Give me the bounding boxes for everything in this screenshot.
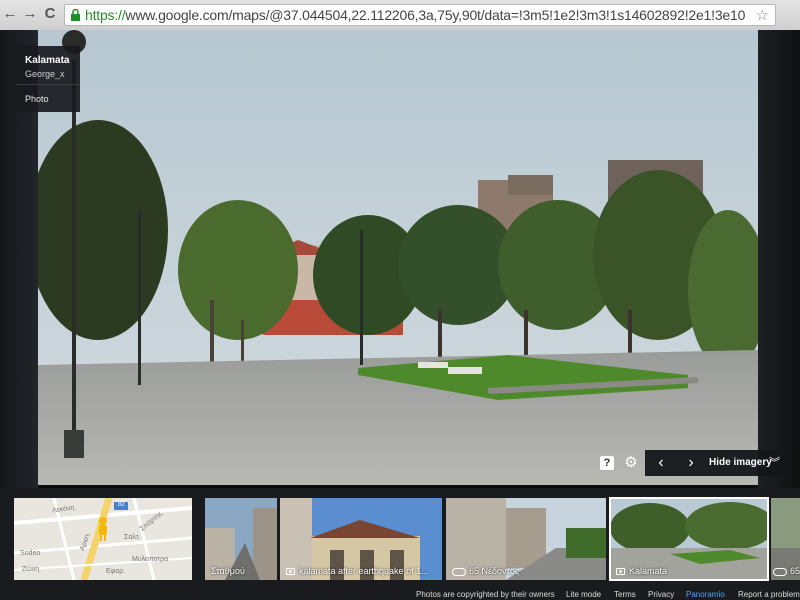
thumb-label: kalamata after earthquake of 1... <box>286 566 429 576</box>
bookmark-star-icon[interactable]: ☆ <box>756 6 769 24</box>
terms-link[interactable]: Terms <box>614 590 636 599</box>
right-bezel <box>758 30 800 490</box>
address-bar[interactable]: https://www.google.com/maps/@37.044504,2… <box>64 4 776 26</box>
photo-filmstrip: 82 Λεκόνη Σπάρτης Μυλοποτρα Αριστ. Εφαρ.… <box>0 488 800 600</box>
thumb-label-text: 65 Νέδοντος <box>469 566 520 576</box>
panoramio-link[interactable]: Panoramio <box>686 590 725 599</box>
street-label: Εφαρ. <box>106 568 126 575</box>
place-title[interactable]: Kalamata <box>25 55 69 66</box>
route-badge: 82 <box>118 502 125 508</box>
square-photo <box>38 30 758 485</box>
photo-thumbnail[interactable]: 65 Νέδοντος <box>446 498 606 580</box>
copyright-note: Photos are copyrighted by their owners <box>416 590 555 599</box>
camera-icon <box>616 568 625 576</box>
url-scheme: https:// <box>85 7 126 23</box>
url-text: https://www.google.com/maps/@37.044504,2… <box>85 7 745 23</box>
pegman-icon[interactable] <box>96 516 110 542</box>
imagery-controls: ‹ › Hide imagery ︾ <box>645 450 785 476</box>
street-label: Μυλοποτρα <box>132 556 169 563</box>
street-label: Σαλτ. <box>124 534 141 541</box>
previous-photo-button[interactable]: ‹ <box>651 453 671 473</box>
forward-button[interactable]: → <box>22 6 38 22</box>
browser-toolbar: ← → C https://www.google.com/maps/@37.04… <box>0 0 800 30</box>
thumb-label-text: Kalamata <box>629 566 668 576</box>
back-button[interactable]: ← <box>2 6 18 22</box>
thumb-label: Σταθμού <box>211 566 245 576</box>
photo-thumbnail[interactable]: kalamata after earthquake of 1... <box>280 498 442 580</box>
photo-thumbnail-selected[interactable]: Kalamata <box>609 497 769 581</box>
url-tail: 2!2e1!3e10 <box>677 7 746 23</box>
thumb-label-text: 65 <box>790 566 800 576</box>
reload-button[interactable]: C <box>42 6 58 22</box>
footer: Photos are copyrighted by their owners L… <box>0 590 800 600</box>
divider <box>16 84 80 85</box>
photo-viewer[interactable] <box>38 30 758 485</box>
privacy-link[interactable]: Privacy <box>648 590 674 599</box>
photo-type-label: Photo <box>25 94 49 104</box>
panorama-icon <box>452 567 466 576</box>
report-problem-link[interactable]: Report a problem <box>738 590 800 599</box>
lock-icon <box>71 9 80 21</box>
thumb-label: 65 <box>773 566 800 576</box>
url-path: www.google.com/maps/@37.044504,22.112206… <box>125 7 678 23</box>
help-icon[interactable]: ? <box>600 456 614 470</box>
photo-info-card[interactable]: Kalamata George_x Photo <box>16 46 80 112</box>
next-photo-button[interactable]: › <box>681 453 701 473</box>
street-label: Ζώνη <box>22 566 40 573</box>
photo-author[interactable]: George_x <box>25 69 65 79</box>
camera-icon <box>286 568 295 576</box>
lite-mode-link[interactable]: Lite mode <box>566 590 601 599</box>
gear-icon[interactable]: ⚙ <box>621 453 641 473</box>
thumb-label: 65 Νέδοντος <box>452 566 519 576</box>
hide-imagery-button[interactable]: Hide imagery <box>709 457 772 468</box>
photo-thumbnail[interactable]: 65 <box>771 498 800 580</box>
map-thumbnail[interactable]: 82 Λεκόνη Σπάρτης Μυλοποτρα Αριστ. Εφαρ.… <box>14 498 192 580</box>
thumb-label-text: kalamata after earthquake of 1... <box>299 566 429 576</box>
chevron-down-icon[interactable]: ︾ <box>769 454 780 470</box>
street-label: Sodeo <box>20 550 41 557</box>
panorama-icon <box>773 567 787 576</box>
photo-thumbnail[interactable]: Σταθμού <box>205 498 277 580</box>
thumb-label: Kalamata <box>616 566 667 576</box>
